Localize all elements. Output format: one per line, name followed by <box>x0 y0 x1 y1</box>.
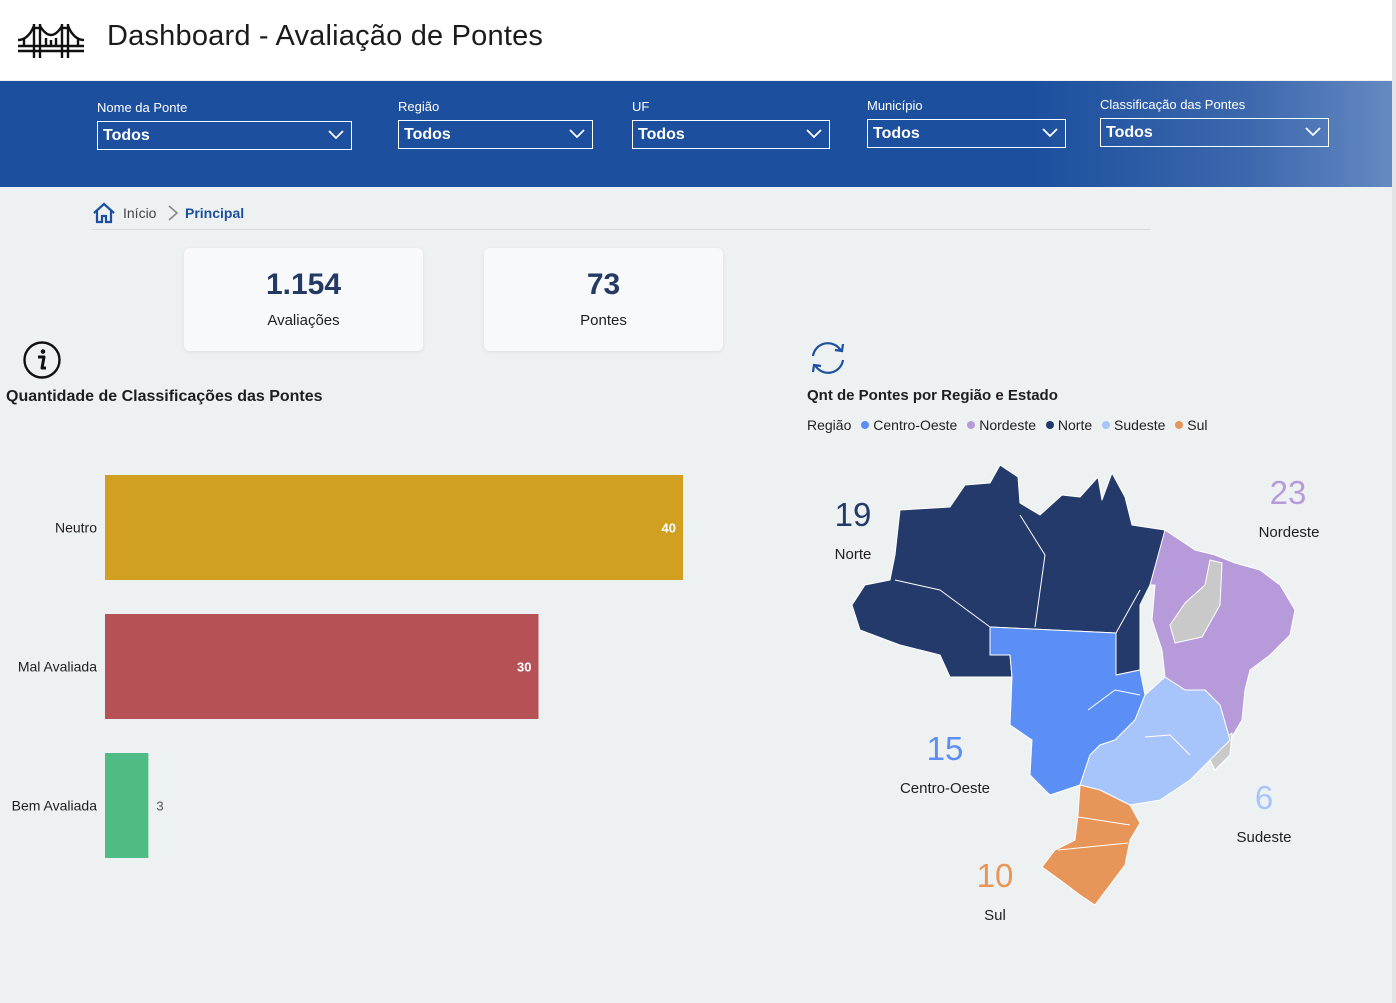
filter-label: Nome da Ponte <box>97 100 188 115</box>
legend-label: Centro-Oeste <box>873 417 958 433</box>
chevron-down-icon <box>1042 128 1058 138</box>
kpi-card-pontes: 73 Pontes <box>484 248 723 351</box>
nome-da-ponte-dropdown[interactable]: Todos <box>97 121 352 150</box>
dropdown-value: Todos <box>638 126 685 143</box>
chevron-down-icon <box>328 130 344 140</box>
chevron-down-icon <box>569 129 585 139</box>
info-icon[interactable] <box>22 340 62 380</box>
breadcrumb: Início Principal <box>92 201 1150 230</box>
chevron-down-icon <box>1305 127 1321 137</box>
bridge-icon <box>17 24 85 58</box>
filter-regiao: Região Todos <box>398 99 593 149</box>
region-label-centro-oeste: Centro-Oeste <box>899 780 991 797</box>
bar-mal-avaliada[interactable] <box>105 614 539 719</box>
kpi-card-avaliacoes: 1.154 Avaliações <box>184 248 423 351</box>
map-title: Qnt de Pontes por Região e Estado <box>807 387 1058 404</box>
bar-neutro[interactable] <box>105 475 683 580</box>
filter-nome-da-ponte: Nome da Ponte Todos <box>97 100 352 150</box>
window-border <box>1392 0 1396 1003</box>
filter-label: UF <box>632 99 650 114</box>
chevron-down-icon <box>806 129 822 139</box>
legend-dot <box>967 421 976 429</box>
legend-dot <box>1045 421 1054 429</box>
dropdown-value: Todos <box>404 126 451 143</box>
kpi-value: 73 <box>586 268 621 301</box>
breadcrumb-current: Principal <box>185 205 245 221</box>
municipio-dropdown[interactable]: Todos <box>867 119 1066 148</box>
classificacao-dropdown[interactable]: Todos <box>1100 118 1329 147</box>
map-region-sul[interactable] <box>1041 784 1141 906</box>
region-count-sul: 10 <box>976 857 1014 894</box>
chart-title: Quantidade de Classificações das Pontes <box>6 388 323 405</box>
bar-bem-avaliada[interactable] <box>105 753 149 858</box>
category-label: Bem Avaliada <box>12 798 98 814</box>
region-label-sudeste: Sudeste <box>1236 829 1292 846</box>
legend-item-centro-oeste[interactable]: Centro-Oeste <box>861 417 957 433</box>
classificacoes-bar-chart: Neutro 40 Mal Avaliada 30 Bem Avaliada 3 <box>12 475 683 858</box>
legend-item-sul[interactable]: Sul <box>1175 417 1208 433</box>
dropdown-value: Todos <box>103 127 150 144</box>
filter-label: Município <box>867 98 923 113</box>
filter-uf: UF Todos <box>632 99 830 149</box>
filter-municipio: Município Todos <box>867 98 1066 148</box>
refresh-icon[interactable] <box>805 338 851 378</box>
header: Dashboard - Avaliação de Pontes <box>0 0 1392 80</box>
filter-bar: Nome da Ponte Todos Região Todos UF Todo… <box>0 81 1392 187</box>
home-icon[interactable] <box>92 202 116 224</box>
dropdown-value: Todos <box>873 125 920 142</box>
legend-item-sudeste[interactable]: Sudeste <box>1102 417 1165 433</box>
region-count-centro-oeste: 15 <box>926 730 964 767</box>
data-label: 3 <box>156 799 163 814</box>
kpi-label: Pontes <box>580 312 627 329</box>
page-title: Dashboard - Avaliação de Pontes <box>107 20 544 52</box>
region-count-sudeste: 6 <box>1254 779 1274 816</box>
legend-dot <box>1102 421 1111 429</box>
kpi-value: 1.154 <box>265 268 342 301</box>
data-label: 30 <box>517 660 531 675</box>
region-label-sul: Sul <box>984 907 1006 924</box>
legend-label: Nordeste <box>979 417 1037 433</box>
legend-label: Norte <box>1057 417 1093 433</box>
breadcrumb-inicio-link[interactable]: Início <box>123 205 156 221</box>
dropdown-value: Todos <box>1106 124 1153 141</box>
kpi-label: Avaliações <box>267 312 340 329</box>
map-legend: Região Centro-Oeste Nordeste Norte Sudes… <box>807 417 1214 433</box>
filter-label: Classificação das Pontes <box>1100 97 1246 112</box>
legend-dot <box>1175 421 1184 429</box>
uf-dropdown[interactable]: Todos <box>632 120 830 149</box>
chevron-right-icon <box>168 205 179 221</box>
legend-label: Sul <box>1187 417 1208 433</box>
filter-label: Região <box>398 99 440 114</box>
legend-label: Sudeste <box>1114 417 1166 433</box>
region-count-norte: 19 <box>834 496 872 533</box>
data-label: 40 <box>662 521 676 536</box>
legend-item-nordeste[interactable]: Nordeste <box>967 417 1036 433</box>
region-label-nordeste: Nordeste <box>1258 524 1320 541</box>
region-label-norte: Norte <box>834 546 872 563</box>
legend-title: Região <box>807 417 852 433</box>
legend-item-norte[interactable]: Norte <box>1045 417 1093 433</box>
regiao-dropdown[interactable]: Todos <box>398 120 593 149</box>
category-label: Mal Avaliada <box>18 659 97 675</box>
legend-dot <box>861 421 870 429</box>
category-label: Neutro <box>55 520 97 536</box>
filter-classificacao: Classificação das Pontes Todos <box>1100 97 1329 147</box>
region-count-nordeste: 23 <box>1269 474 1307 511</box>
